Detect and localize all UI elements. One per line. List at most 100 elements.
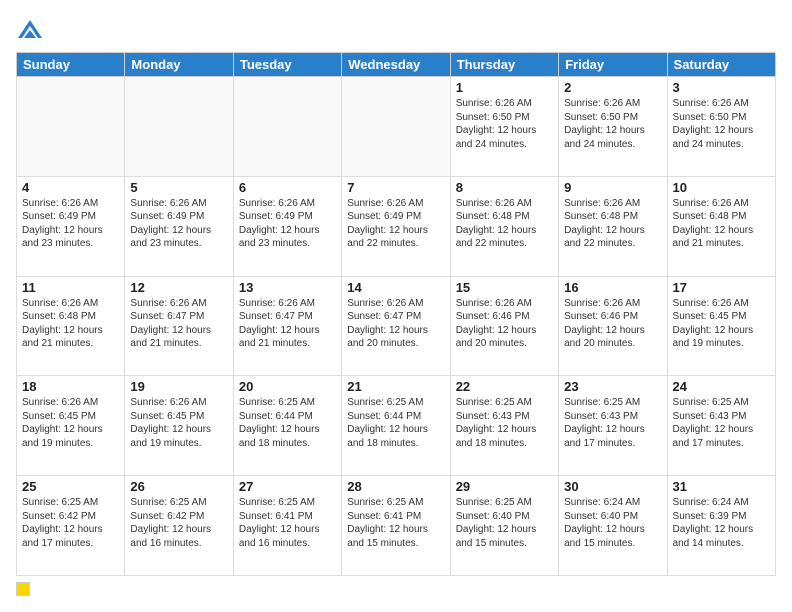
day-number: 30 <box>564 479 661 494</box>
calendar-cell: 19 Sunrise: 6:26 AM Sunset: 6:45 PM Dayli… <box>125 376 233 476</box>
col-header-monday: Monday <box>125 53 233 77</box>
day-info: Sunrise: 6:26 AM Sunset: 6:48 PM Dayligh… <box>22 297 119 351</box>
day-info: Sunrise: 6:26 AM Sunset: 6:46 PM Dayligh… <box>456 297 553 351</box>
day-number: 26 <box>130 479 227 494</box>
day-number: 21 <box>347 379 444 394</box>
calendar-cell: 10 Sunrise: 6:26 AM Sunset: 6:48 PM Dayli… <box>667 176 775 276</box>
day-info: Sunrise: 6:26 AM Sunset: 6:49 PM Dayligh… <box>239 197 336 251</box>
col-header-wednesday: Wednesday <box>342 53 450 77</box>
day-number: 8 <box>456 180 553 195</box>
day-info: Sunrise: 6:26 AM Sunset: 6:49 PM Dayligh… <box>347 197 444 251</box>
calendar-cell: 20 Sunrise: 6:25 AM Sunset: 6:44 PM Dayli… <box>233 376 341 476</box>
day-info: Sunrise: 6:26 AM Sunset: 6:48 PM Dayligh… <box>456 197 553 251</box>
day-info: Sunrise: 6:26 AM Sunset: 6:48 PM Dayligh… <box>673 197 770 251</box>
calendar-cell: 11Sunrise: 6:26 AM Sunset: 6:48 PM Dayli… <box>17 276 125 376</box>
calendar-cell: 27 Sunrise: 6:25 AM Sunset: 6:41 PM Dayli… <box>233 476 341 576</box>
calendar-cell: 14Sunrise: 6:26 AM Sunset: 6:47 PM Dayli… <box>342 276 450 376</box>
day-info: Sunrise: 6:24 AM Sunset: 6:40 PM Dayligh… <box>564 496 661 550</box>
calendar-cell: 5 Sunrise: 6:26 AM Sunset: 6:49 PM Daylig… <box>125 176 233 276</box>
day-number: 7 <box>347 180 444 195</box>
calendar-cell: 23 Sunrise: 6:25 AM Sunset: 6:43 PM Dayli… <box>559 376 667 476</box>
day-number: 27 <box>239 479 336 494</box>
calendar-cell: 7 Sunrise: 6:26 AM Sunset: 6:49 PM Daylig… <box>342 176 450 276</box>
calendar-cell: 29Sunrise: 6:25 AM Sunset: 6:40 PM Dayli… <box>450 476 558 576</box>
day-number: 22 <box>456 379 553 394</box>
calendar-cell: 13 Sunrise: 6:26 AM Sunset: 6:47 PM Dayli… <box>233 276 341 376</box>
calendar-cell: 8 Sunrise: 6:26 AM Sunset: 6:48 PM Daylig… <box>450 176 558 276</box>
calendar-cell: 3 Sunrise: 6:26 AM Sunset: 6:50 PM Daylig… <box>667 77 775 177</box>
day-number: 20 <box>239 379 336 394</box>
day-number: 29 <box>456 479 553 494</box>
day-info: Sunrise: 6:26 AM Sunset: 6:50 PM Dayligh… <box>564 97 661 151</box>
day-number: 17 <box>673 280 770 295</box>
calendar-cell: 30 Sunrise: 6:24 AM Sunset: 6:40 PM Dayli… <box>559 476 667 576</box>
page: SundayMondayTuesdayWednesdayThursdayFrid… <box>0 0 792 612</box>
day-info: Sunrise: 6:25 AM Sunset: 6:43 PM Dayligh… <box>673 396 770 450</box>
calendar-cell: 9 Sunrise: 6:26 AM Sunset: 6:48 PM Daylig… <box>559 176 667 276</box>
header <box>16 16 776 44</box>
calendar-cell: 12 Sunrise: 6:26 AM Sunset: 6:47 PM Dayli… <box>125 276 233 376</box>
day-number: 1 <box>456 80 553 95</box>
day-number: 2 <box>564 80 661 95</box>
col-header-sunday: Sunday <box>17 53 125 77</box>
calendar-cell: 28Sunrise: 6:25 AM Sunset: 6:41 PM Dayli… <box>342 476 450 576</box>
day-number: 9 <box>564 180 661 195</box>
day-number: 3 <box>673 80 770 95</box>
week-row-4: 18 Sunrise: 6:26 AM Sunset: 6:45 PM Dayli… <box>17 376 776 476</box>
col-header-friday: Friday <box>559 53 667 77</box>
day-info: Sunrise: 6:25 AM Sunset: 6:44 PM Dayligh… <box>239 396 336 450</box>
day-number: 18 <box>22 379 119 394</box>
week-row-1: 1 Sunrise: 6:26 AM Sunset: 6:50 PM Daylig… <box>17 77 776 177</box>
day-number: 16 <box>564 280 661 295</box>
day-info: Sunrise: 6:26 AM Sunset: 6:50 PM Dayligh… <box>673 97 770 151</box>
col-header-saturday: Saturday <box>667 53 775 77</box>
day-info: Sunrise: 6:25 AM Sunset: 6:42 PM Dayligh… <box>22 496 119 550</box>
week-row-5: 25Sunrise: 6:25 AM Sunset: 6:42 PM Dayli… <box>17 476 776 576</box>
day-info: Sunrise: 6:24 AM Sunset: 6:39 PM Dayligh… <box>673 496 770 550</box>
calendar-cell: 26 Sunrise: 6:25 AM Sunset: 6:42 PM Dayli… <box>125 476 233 576</box>
day-number: 19 <box>130 379 227 394</box>
day-info: Sunrise: 6:26 AM Sunset: 6:49 PM Dayligh… <box>130 197 227 251</box>
week-row-2: 4 Sunrise: 6:26 AM Sunset: 6:49 PM Daylig… <box>17 176 776 276</box>
day-info: Sunrise: 6:26 AM Sunset: 6:50 PM Dayligh… <box>456 97 553 151</box>
col-header-thursday: Thursday <box>450 53 558 77</box>
day-info: Sunrise: 6:26 AM Sunset: 6:46 PM Dayligh… <box>564 297 661 351</box>
day-number: 23 <box>564 379 661 394</box>
day-info: Sunrise: 6:26 AM Sunset: 6:45 PM Dayligh… <box>130 396 227 450</box>
day-info: Sunrise: 6:26 AM Sunset: 6:47 PM Dayligh… <box>239 297 336 351</box>
day-info: Sunrise: 6:25 AM Sunset: 6:41 PM Dayligh… <box>239 496 336 550</box>
day-number: 10 <box>673 180 770 195</box>
col-header-tuesday: Tuesday <box>233 53 341 77</box>
day-info: Sunrise: 6:25 AM Sunset: 6:44 PM Dayligh… <box>347 396 444 450</box>
day-info: Sunrise: 6:26 AM Sunset: 6:48 PM Dayligh… <box>564 197 661 251</box>
daylight-swatch <box>16 582 30 596</box>
calendar-cell: 24 Sunrise: 6:25 AM Sunset: 6:43 PM Dayli… <box>667 376 775 476</box>
day-info: Sunrise: 6:26 AM Sunset: 6:49 PM Dayligh… <box>22 197 119 251</box>
calendar-cell: 22Sunrise: 6:25 AM Sunset: 6:43 PM Dayli… <box>450 376 558 476</box>
day-info: Sunrise: 6:25 AM Sunset: 6:43 PM Dayligh… <box>564 396 661 450</box>
day-info: Sunrise: 6:26 AM Sunset: 6:47 PM Dayligh… <box>130 297 227 351</box>
calendar-cell <box>125 77 233 177</box>
calendar-cell: 4 Sunrise: 6:26 AM Sunset: 6:49 PM Daylig… <box>17 176 125 276</box>
footer <box>16 582 776 596</box>
day-number: 31 <box>673 479 770 494</box>
day-number: 13 <box>239 280 336 295</box>
day-number: 6 <box>239 180 336 195</box>
day-number: 5 <box>130 180 227 195</box>
day-info: Sunrise: 6:25 AM Sunset: 6:42 PM Dayligh… <box>130 496 227 550</box>
calendar-cell: 17 Sunrise: 6:26 AM Sunset: 6:45 PM Dayli… <box>667 276 775 376</box>
day-info: Sunrise: 6:25 AM Sunset: 6:41 PM Dayligh… <box>347 496 444 550</box>
calendar-cell: 25Sunrise: 6:25 AM Sunset: 6:42 PM Dayli… <box>17 476 125 576</box>
day-number: 4 <box>22 180 119 195</box>
header-row: SundayMondayTuesdayWednesdayThursdayFrid… <box>17 53 776 77</box>
day-number: 24 <box>673 379 770 394</box>
logo-icon <box>16 16 44 44</box>
logo <box>16 16 48 44</box>
day-info: Sunrise: 6:26 AM Sunset: 6:45 PM Dayligh… <box>673 297 770 351</box>
calendar-cell <box>17 77 125 177</box>
calendar-cell <box>342 77 450 177</box>
calendar-table: SundayMondayTuesdayWednesdayThursdayFrid… <box>16 52 776 576</box>
calendar-cell: 21 Sunrise: 6:25 AM Sunset: 6:44 PM Dayli… <box>342 376 450 476</box>
day-number: 12 <box>130 280 227 295</box>
day-info: Sunrise: 6:26 AM Sunset: 6:47 PM Dayligh… <box>347 297 444 351</box>
